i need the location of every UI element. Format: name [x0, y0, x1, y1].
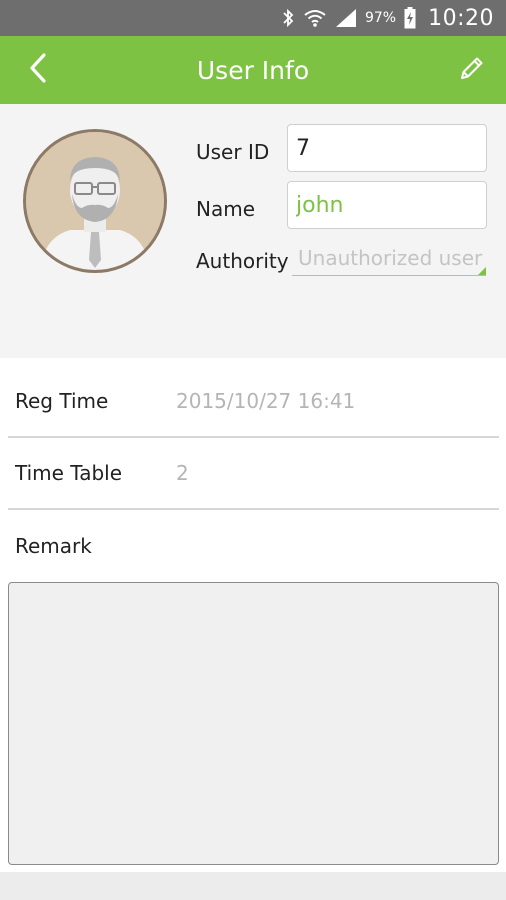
battery-percent: 97%	[364, 10, 397, 26]
battery-charging-icon	[404, 7, 416, 29]
signal-icon	[335, 8, 357, 28]
time-table-label: Time Table	[15, 461, 123, 485]
status-bar: 97% 10:20	[0, 0, 506, 36]
authority-value: Unauthorized user	[298, 246, 483, 270]
user-id-label: User ID	[196, 140, 270, 164]
pencil-icon	[458, 54, 486, 86]
back-button[interactable]	[18, 50, 58, 90]
app-bar: User Info	[0, 36, 506, 104]
remark-textarea[interactable]	[8, 582, 499, 865]
edit-button[interactable]	[452, 50, 492, 90]
authority-select[interactable]: Unauthorized user	[292, 246, 486, 276]
name-label: Name	[196, 197, 256, 221]
dropdown-corner-icon	[478, 267, 486, 275]
chevron-left-icon	[29, 53, 47, 87]
profile-section: User ID Name Authority Unauthorized user	[0, 104, 506, 358]
remark-label: Remark	[15, 534, 92, 558]
authority-label: Authority	[196, 249, 289, 273]
page-title: User Info	[196, 55, 310, 85]
time-table-value: 2	[176, 461, 189, 485]
bottom-strip	[0, 872, 506, 900]
user-avatar-icon[interactable]	[22, 128, 168, 274]
wifi-icon	[303, 8, 327, 28]
reg-time-label: Reg Time	[15, 389, 109, 413]
reg-time-value: 2015/10/27 16:41	[176, 389, 356, 413]
name-input[interactable]	[287, 181, 487, 229]
user-id-input[interactable]	[287, 124, 487, 172]
time-table-row[interactable]: Time Table 2	[8, 438, 499, 510]
details-section: Reg Time 2015/10/27 16:41 Time Table 2 R…	[0, 358, 506, 872]
clock: 10:20	[428, 5, 494, 31]
bluetooth-icon	[281, 8, 295, 28]
reg-time-row: Reg Time 2015/10/27 16:41	[8, 366, 499, 438]
